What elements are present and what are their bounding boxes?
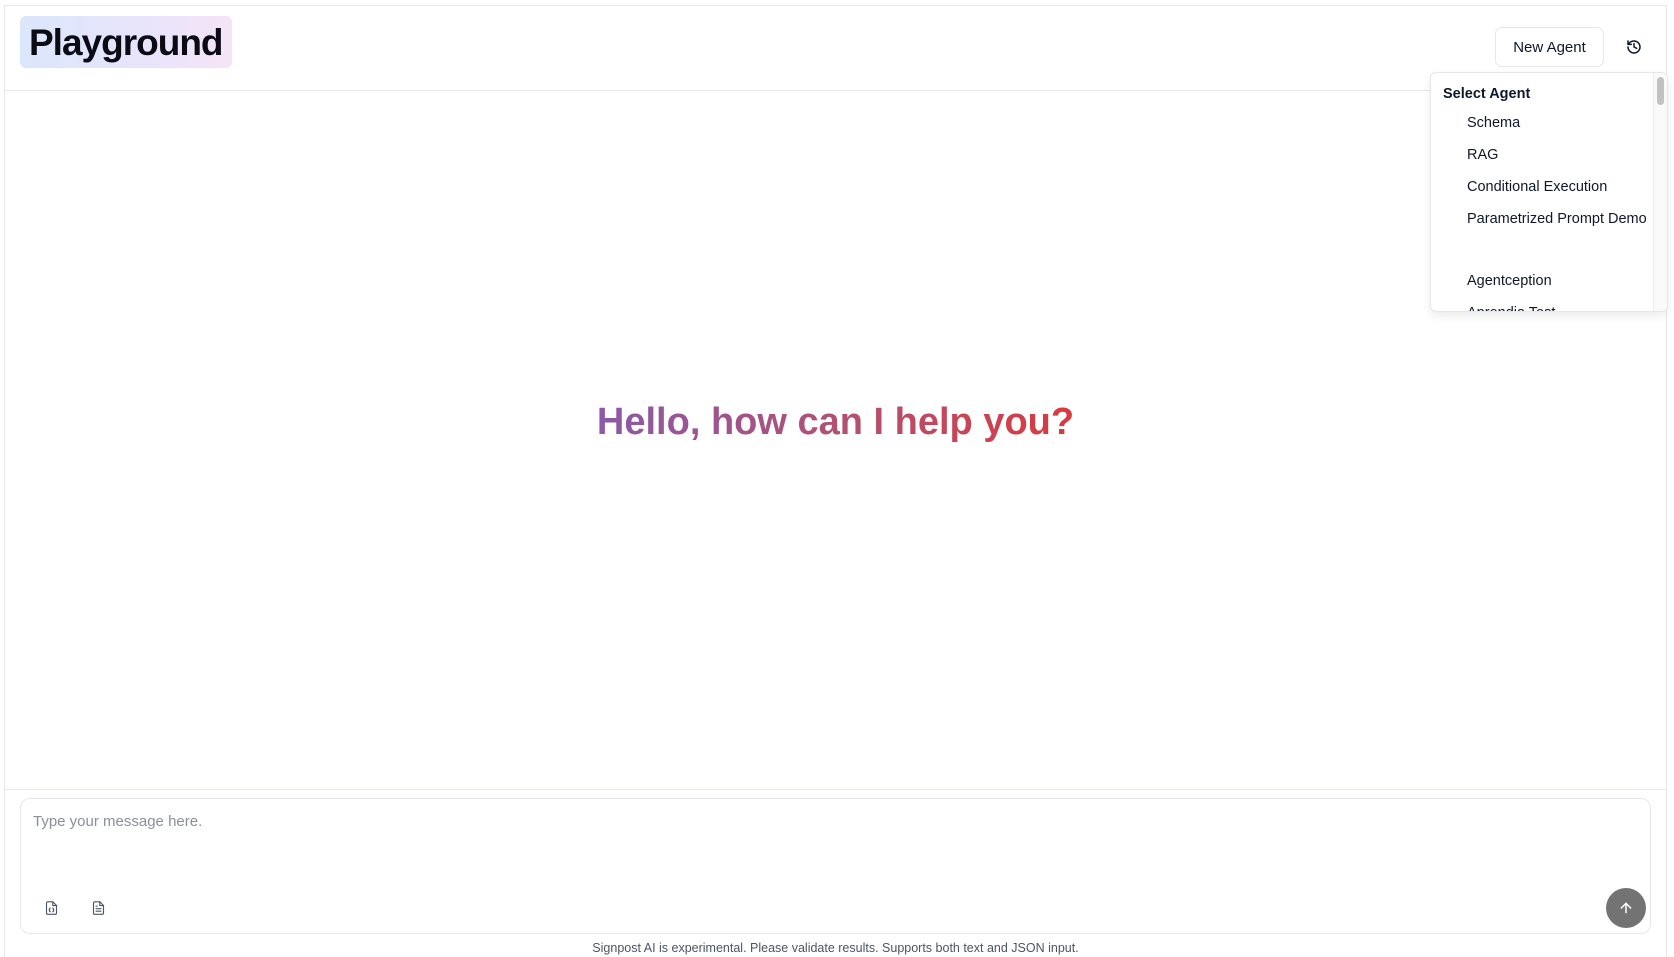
dropdown-label: Select Agent [1443,86,1531,102]
logo: Playground [20,16,232,68]
json-file-icon [45,901,57,915]
attach-json-button[interactable] [39,896,63,920]
arrow-up-icon [1620,902,1632,914]
app-frame: Playground New Agent Select Agent Schema… [4,5,1668,957]
agent-option-rag[interactable]: RAG [1467,145,1647,165]
message-composer [20,798,1651,934]
agent-option-aprendia-test[interactable]: Aprendia Test [1467,303,1647,311]
history-button[interactable] [1615,28,1653,66]
attach-text-button[interactable] [86,896,110,920]
footer-disclaimer: Signpost AI is experimental. Please vali… [592,941,1079,955]
page-title: Playground [29,21,224,63]
agent-option-conditional-execution[interactable]: Conditional Execution [1467,177,1647,197]
greeting-text: Hello, how can I help you? [596,401,1075,443]
agent-option-schema[interactable]: Schema [1467,113,1647,133]
new-agent-button[interactable]: New Agent [1495,27,1604,67]
scrollbar-thumb[interactable] [1657,77,1664,105]
history-icon [1627,40,1641,54]
send-button[interactable] [1606,888,1646,928]
agent-select-dropdown: Select Agent Schema RAG Conditional Exec… [1430,72,1668,312]
composer-divider [5,789,1666,790]
text-file-icon [92,901,104,915]
dropdown-scrollbar[interactable] [1653,73,1667,311]
agent-option-agentception[interactable]: Agentception [1467,271,1647,291]
greeting-container: Hello, how can I help you? [5,401,1666,444]
message-input[interactable] [33,813,1623,873]
header: Playground New Agent [5,6,1666,91]
agent-option-parametrized-prompt-demo[interactable]: Parametrized Prompt Demo [1467,209,1647,229]
